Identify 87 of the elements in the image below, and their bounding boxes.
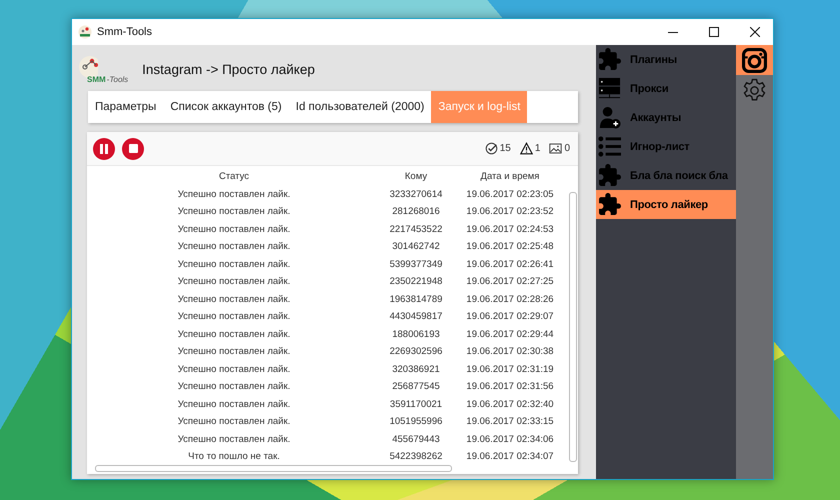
sidebar-item[interactable]: Аккаунты [596,103,736,132]
table-cell-text: Успешно поставлен лайк. [176,222,292,236]
table-cell-text: 281268016 [391,205,441,219]
table-cell-text: 19.06.2017 02:25:48 [465,240,555,254]
table-cell-text: 3591170021 [388,398,444,412]
sidebar-item[interactable]: Просто лайкер [596,190,736,219]
puzzle-icon [598,48,621,71]
table-cell-text: 19.06.2017 02:27:25 [465,275,555,289]
table-cell-text: 19.06.2017 02:31:56 [465,380,555,394]
table-cell-text: Успешно поставлен лайк. [176,275,292,289]
server-icon [598,77,621,100]
table-cell-text: Успешно поставлен лайк. [176,310,292,324]
table-cell-text: Успешно поставлен лайк. [176,292,292,306]
counter-value: 0 [564,143,570,154]
table-cell-text: Успешно поставлен лайк. [176,362,292,376]
column-header: Дата и время [480,170,540,184]
table-cell-text: 19.06.2017 02:33:15 [465,415,555,429]
tab[interactable]: Список аккаунтов (5) [163,91,289,123]
table-cell-text: 19.06.2017 02:29:44 [465,328,555,342]
maximize-icon [709,27,719,37]
table-cell-text: 19.06.2017 02:31:19 [465,362,555,376]
logo-text: -Tools [106,75,128,84]
user-add-icon [598,106,621,129]
warning-icon [520,142,533,155]
tab[interactable]: Запуск и log-list [431,91,528,123]
table-cell-text: 19.06.2017 02:24:53 [465,222,555,236]
app-icon [78,25,92,39]
sidebar-item[interactable]: Прокси [596,74,736,103]
table-cell-text: 2217453522 [388,222,444,236]
table-cell-text: 19.06.2017 02:29:07 [465,310,555,324]
close-icon [750,27,760,37]
tab[interactable]: Id пользователей (2000) [288,91,432,123]
table-cell-text: Успешно поставлен лайк. [176,380,292,394]
stop-button[interactable] [122,138,144,160]
puzzle-icon [598,164,621,187]
puzzle-icon [598,193,621,216]
table-cell-text: Успешно поставлен лайк. [176,345,292,359]
table-cell-text: 2269302596 [388,345,444,359]
image-icon [549,142,562,155]
table-cell-text: Успешно поставлен лайк. [176,328,292,342]
table-cell-text: Успешно поставлен лайк. [176,240,292,254]
list-icon [598,135,621,158]
column-header: Статус [218,170,250,184]
table-cell-text: Успешно поставлен лайк. [176,415,292,429]
table-cell-text: 19.06.2017 02:34:07 [465,450,555,464]
check-badge-icon [484,142,498,155]
camera-icon [742,48,767,72]
table-cell-text: 19.06.2017 02:23:52 [465,205,555,219]
table-cell-text: 256877545 [391,380,441,394]
table-cell-text: 19.06.2017 02:26:41 [465,258,555,272]
page-title: Instagram -> Просто лайкер [142,62,315,76]
table-cell-text: 5422398262 [388,450,444,464]
pause-icon [99,142,109,154]
table-cell-text: 1051955996 [388,415,444,429]
table-cell-text: 1963814789 [388,292,444,306]
table-cell-text: 2350221948 [388,275,444,289]
settings-icon [742,78,767,102]
table-cell-text: 301462742 [391,240,441,254]
column-header: Кому [404,170,428,184]
table-cell-text: 320386921 [391,362,441,376]
table-cell-text: 19.06.2017 02:32:40 [465,398,555,412]
counter-value: 15 [500,143,511,154]
tab[interactable]: Параметры [88,91,164,123]
table-cell-text: Успешно поставлен лайк. [176,188,292,202]
sidebar-item[interactable]: Плагины [596,45,736,74]
table-cell-text: 19.06.2017 02:23:05 [465,188,555,202]
table-cell-text: Успешно поставлен лайк. [176,432,292,446]
table-cell-text: Успешно поставлен лайк. [176,398,292,412]
table-cell-text: 19.06.2017 02:34:06 [465,432,555,446]
table-cell-text: 3233270614 [388,188,444,202]
sidebar-item[interactable]: Игнор-лист [596,132,736,161]
table-cell-text: 19.06.2017 02:28:26 [465,292,555,306]
pause-button[interactable] [93,138,115,160]
stop-icon [128,144,138,153]
sidebar-item[interactable]: Бла бла поиск бла [596,161,736,190]
table-cell-text: Успешно поставлен лайк. [176,258,292,272]
window-title: Smm-Tools [97,26,154,38]
table-cell-text: 4430459817 [388,310,444,324]
table-cell-text: 19.06.2017 02:30:38 [465,345,555,359]
table-cell-text: Что то пошло не так. [187,450,281,464]
table-cell-text: 455679443 [391,432,441,446]
table-cell-text: 188006193 [391,328,441,342]
table-cell-text: Успешно поставлен лайк. [176,205,292,219]
rail-button[interactable] [736,45,773,75]
table-cell-text: 5399377349 [388,258,444,272]
counter-value: 1 [534,143,540,154]
logo-text: SMM [87,75,106,84]
